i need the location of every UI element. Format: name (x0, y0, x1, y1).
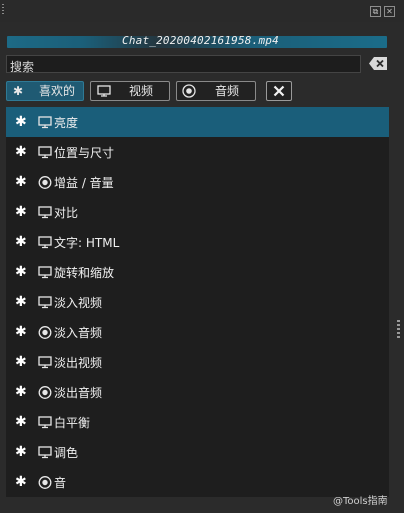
clear-filters-button[interactable] (266, 81, 292, 101)
effect-label: 淡出视频 (54, 356, 103, 370)
monitor-icon (38, 296, 52, 309)
favorite-star-icon[interactable]: ✱ (15, 114, 27, 130)
favorite-star-icon[interactable]: ✱ (15, 174, 27, 190)
star-icon: ✱ (13, 84, 24, 98)
audio-filter-button[interactable]: 音频 (176, 81, 256, 101)
effect-row[interactable]: ✱ 白平衡 (6, 407, 389, 437)
effect-label: 文字: HTML (54, 236, 120, 250)
favorite-star-icon[interactable]: ✱ (15, 264, 27, 280)
effect-row[interactable]: ✱ 淡出音频 (6, 377, 389, 407)
speaker-icon (38, 176, 52, 189)
float-icon[interactable]: ⧉ (370, 6, 381, 17)
favorite-star-icon[interactable]: ✱ (15, 144, 27, 160)
favorite-star-icon[interactable]: ✱ (15, 234, 27, 250)
speaker-icon (38, 386, 52, 399)
video-label: 视频 (129, 84, 154, 98)
close-icon[interactable]: ✕ (384, 6, 395, 17)
favorite-star-icon[interactable]: ✱ (15, 294, 27, 310)
monitor-icon (38, 446, 52, 459)
clip-title: Chat_20200402161958.mp4 (122, 34, 279, 47)
effect-row[interactable]: ✱ 文字: HTML (6, 227, 389, 257)
effects-list: ✱ 亮度 ✱ 位置与尺寸 ✱ 增益 / 音量 ✱ 对比 ✱ 文字: HTML ✱ 旋转和缩放 ✱ 淡入视频… (6, 107, 389, 497)
effect-label: 调色 (54, 446, 79, 460)
effect-row[interactable]: ✱ 旋转和缩放 (6, 257, 389, 287)
effect-label: 对比 (54, 206, 79, 220)
effect-label: 旋转和缩放 (54, 266, 115, 280)
monitor-icon (38, 266, 52, 279)
speaker-icon (182, 84, 196, 98)
effect-label: 位置与尺寸 (54, 146, 115, 160)
panel-titlebar: ⧉ ✕ (0, 0, 404, 22)
effect-row[interactable]: ✱ 淡入视频 (6, 287, 389, 317)
effect-label: 淡入音频 (54, 326, 103, 340)
effect-label: 淡出音频 (54, 386, 103, 400)
monitor-icon (38, 356, 52, 369)
effect-row[interactable]: ✱ 位置与尺寸 (6, 137, 389, 167)
effect-label: 增益 / 音量 (54, 176, 114, 190)
monitor-icon (38, 206, 52, 219)
close-icon (273, 85, 285, 97)
clear-search-icon[interactable] (369, 57, 387, 70)
monitor-icon (38, 416, 52, 429)
monitor-icon (38, 116, 52, 129)
monitor-icon (97, 85, 111, 97)
effect-label: 亮度 (54, 116, 79, 130)
speaker-icon (38, 476, 52, 489)
monitor-icon (38, 236, 52, 249)
favorite-star-icon[interactable]: ✱ (15, 204, 27, 220)
effect-label: 白平衡 (54, 416, 91, 430)
favorite-star-icon[interactable]: ✱ (15, 354, 27, 370)
speaker-icon (38, 326, 52, 339)
audio-label: 音频 (215, 84, 240, 98)
effect-label: 音 (54, 476, 67, 490)
effect-row[interactable]: ✱ 亮度 (6, 107, 389, 137)
resize-handle[interactable] (397, 320, 400, 338)
effect-row[interactable]: ✱ 调色 (6, 437, 389, 467)
favorites-filter-button[interactable]: ✱ 喜欢的 (6, 81, 84, 101)
monitor-icon (38, 146, 52, 159)
effect-row[interactable]: ✱ 淡入音频 (6, 317, 389, 347)
favorite-star-icon[interactable]: ✱ (15, 444, 27, 460)
effect-row[interactable]: ✱ 对比 (6, 197, 389, 227)
effect-row[interactable]: ✱ 增益 / 音量 (6, 167, 389, 197)
favorites-label: 喜欢的 (39, 84, 76, 98)
effect-row[interactable]: ✱ 音 (6, 467, 389, 497)
drag-grip[interactable] (2, 4, 4, 16)
favorite-star-icon[interactable]: ✱ (15, 414, 27, 430)
watermark: @Tools指南 (333, 496, 388, 507)
favorite-star-icon[interactable]: ✱ (15, 384, 27, 400)
search-field[interactable] (6, 55, 361, 75)
effect-row[interactable]: ✱ 淡出视频 (6, 347, 389, 377)
video-filter-button[interactable]: 视频 (90, 81, 170, 101)
favorite-star-icon[interactable]: ✱ (15, 474, 27, 490)
search-input[interactable] (7, 59, 360, 75)
effect-label: 淡入视频 (54, 296, 103, 310)
favorite-star-icon[interactable]: ✱ (15, 324, 27, 340)
